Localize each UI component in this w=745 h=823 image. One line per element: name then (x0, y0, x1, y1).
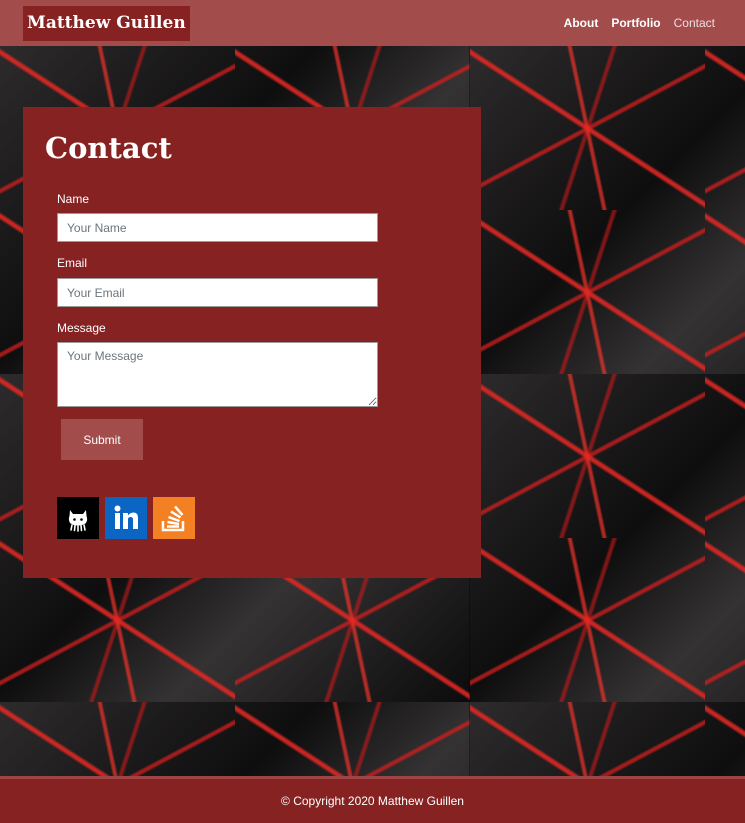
github-icon (57, 497, 99, 539)
nav-portfolio[interactable]: Portfolio (611, 15, 660, 31)
message-textarea[interactable] (57, 342, 378, 407)
stackoverflow-icon (153, 497, 195, 539)
name-input[interactable] (57, 213, 378, 242)
brand-logo[interactable]: Matthew Guillen (23, 6, 190, 41)
nav-contact[interactable]: Contact (674, 15, 715, 31)
copyright-text: © Copyright 2020 Matthew Guillen (281, 794, 464, 808)
main-nav: About Portfolio Contact (564, 15, 715, 31)
contact-card: Contact Name Email Message Submit (23, 107, 481, 578)
name-label: Name (57, 192, 90, 206)
email-label: Email (57, 256, 88, 270)
message-label: Message (57, 321, 106, 335)
site-header: Matthew Guillen About Portfolio Contact (0, 0, 745, 46)
linkedin-icon (105, 497, 147, 539)
submit-button[interactable]: Submit (61, 419, 143, 460)
linkedin-link[interactable] (105, 497, 147, 539)
nav-about[interactable]: About (564, 15, 599, 31)
github-link[interactable] (57, 497, 99, 539)
email-input[interactable] (57, 278, 378, 307)
page-title: Contact (45, 131, 172, 165)
site-footer: © Copyright 2020 Matthew Guillen (0, 776, 745, 823)
stackoverflow-link[interactable] (153, 497, 195, 539)
